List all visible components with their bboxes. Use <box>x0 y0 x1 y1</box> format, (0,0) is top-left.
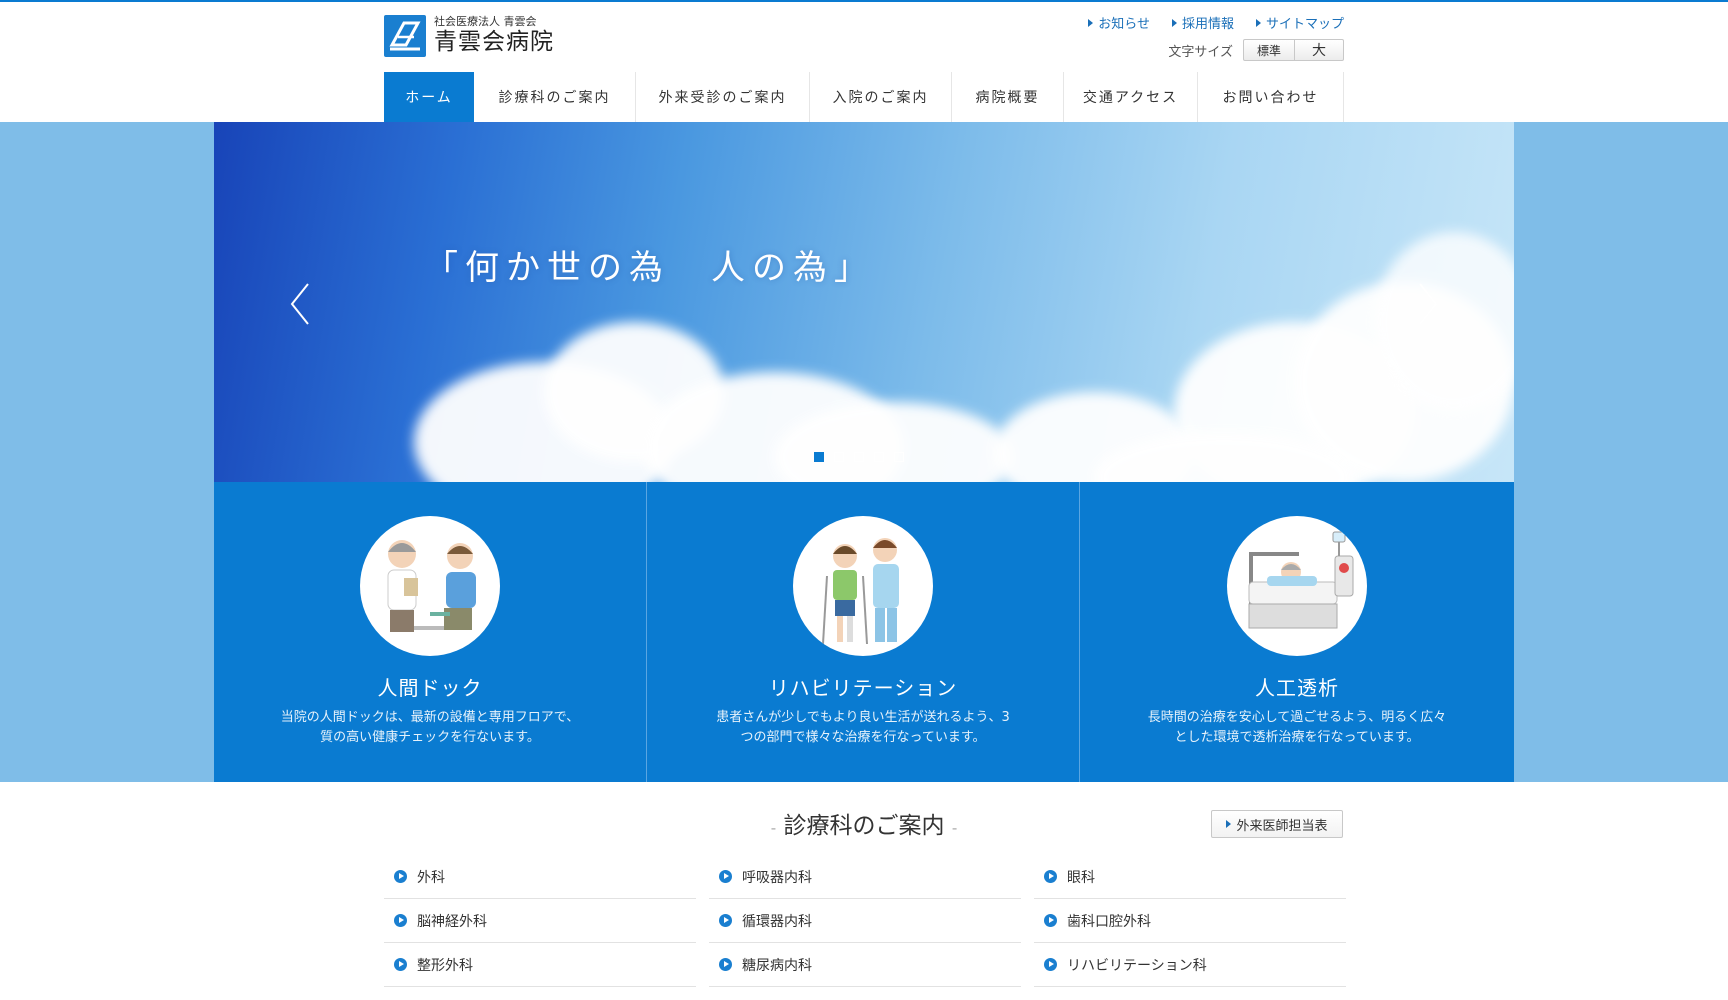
arrow-circle-icon <box>719 914 732 927</box>
link-sitemap[interactable]: サイトマップ <box>1255 13 1344 32</box>
nav-contact[interactable]: お問い合わせ <box>1198 72 1344 122</box>
department-cardiology[interactable]: 循環器内科 <box>709 899 1021 943</box>
feature-health-checkup[interactable]: 人間ドック 当院の人間ドックは、最新の設備と専用フロアで、 質の高い健康チェック… <box>214 482 647 782</box>
feature-panels: 人間ドック 当院の人間ドックは、最新の設備と専用フロアで、 質の高い健康チェック… <box>214 482 1514 782</box>
feature-title: 人間ドック <box>377 676 483 700</box>
triangle-right-icon <box>1226 820 1232 828</box>
heading-dash: - <box>951 818 958 837</box>
global-nav: ホーム 診療科のご案内 外来受診のご案内 入院のご案内 病院概要 交通アクセス … <box>384 72 1344 122</box>
slider-pagination <box>814 452 904 462</box>
font-size-label: 文字サイズ <box>1168 44 1233 60</box>
font-size-switcher: 文字サイズ 標準 大 <box>1168 39 1344 61</box>
feature-title: リハビリテーション <box>768 676 958 700</box>
font-size-standard-button[interactable]: 標準 <box>1243 39 1295 61</box>
triangle-right-icon <box>1088 18 1094 27</box>
nav-departments[interactable]: 診療科のご案内 <box>474 72 636 122</box>
link-recruit[interactable]: 採用情報 <box>1171 13 1234 32</box>
arrow-circle-icon <box>394 914 407 927</box>
link-news[interactable]: お知らせ <box>1088 13 1150 32</box>
feature-dialysis[interactable]: 人工透析 長時間の治療を安心して過ごせるよう、明るく広々 とした環境で透析治療を… <box>1080 482 1514 782</box>
departments-heading: - 診療科のご案内 - <box>770 813 958 839</box>
org-name: 社会医療法人 青雲会 <box>434 15 537 28</box>
site-header: 社会医療法人 青雲会 青雲会病院 お知らせ 採用情報 サイトマップ 文字サイズ … <box>0 2 1728 122</box>
outpatient-schedule-button[interactable]: 外来医師担当表 <box>1211 810 1343 838</box>
department-respiratory[interactable]: 呼吸器内科 <box>709 855 1021 899</box>
department-ophthalmology[interactable]: 眼科 <box>1034 855 1346 899</box>
triangle-right-icon <box>1171 18 1177 27</box>
slider-prev-arrow-icon[interactable] <box>288 282 312 326</box>
logo-mark-icon <box>384 15 426 57</box>
department-oral-surgery[interactable]: 歯科口腔外科 <box>1034 899 1346 943</box>
feature-title: 人工透析 <box>1255 676 1339 700</box>
nav-home[interactable]: ホーム <box>384 72 474 122</box>
hero-section: 「何か世の為 人の為」 人間ドック 当院の人間ドックは、最新の設備と専用フロアで… <box>0 122 1728 782</box>
department-rehabilitation[interactable]: リハビリテーション科 <box>1034 943 1346 987</box>
slider-dot[interactable] <box>834 452 844 462</box>
department-orthopedics[interactable]: 整形外科 <box>384 943 696 987</box>
arrow-circle-icon <box>1044 870 1057 883</box>
arrow-circle-icon <box>1044 958 1057 971</box>
arrow-circle-icon <box>394 958 407 971</box>
slider-dot[interactable] <box>814 452 824 462</box>
arrow-circle-icon <box>719 958 732 971</box>
nav-about[interactable]: 病院概要 <box>952 72 1064 122</box>
nav-access[interactable]: 交通アクセス <box>1064 72 1198 122</box>
hero-slider: 「何か世の為 人の為」 <box>214 122 1514 482</box>
rehabilitation-illustration <box>793 516 933 656</box>
slider-dot[interactable] <box>874 452 884 462</box>
slider-next-arrow-icon[interactable] <box>1416 282 1440 326</box>
feature-description: 当院の人間ドックは、最新の設備と専用フロアで、 質の高い健康チェックを行ないます… <box>280 710 580 745</box>
slider-dot[interactable] <box>854 452 864 462</box>
hospital-logo[interactable]: 社会医療法人 青雲会 青雲会病院 <box>384 15 554 57</box>
heading-dash: - <box>770 818 777 837</box>
feature-description: 長時間の治療を安心して過ごせるよう、明るく広々 とした環境で透析治療を行なってい… <box>1147 710 1447 745</box>
dialysis-illustration <box>1227 516 1367 656</box>
arrow-circle-icon <box>394 870 407 883</box>
department-diabetes[interactable]: 糖尿病内科 <box>709 943 1021 987</box>
nav-outpatient[interactable]: 外来受診のご案内 <box>636 72 810 122</box>
department-surgery[interactable]: 外科 <box>384 855 696 899</box>
nav-inpatient[interactable]: 入院のご案内 <box>810 72 952 122</box>
arrow-circle-icon <box>719 870 732 883</box>
doctor-consultation-illustration <box>360 516 500 656</box>
triangle-right-icon <box>1255 18 1261 27</box>
utility-links: お知らせ 採用情報 サイトマップ <box>1088 13 1344 32</box>
department-list: 外科 呼吸器内科 眼科 脳神経外科 循環器内科 歯科口腔外科 整形外科 糖尿病内… <box>384 855 1346 987</box>
arrow-circle-icon <box>1044 914 1057 927</box>
department-neurosurgery[interactable]: 脳神経外科 <box>384 899 696 943</box>
font-size-large-button[interactable]: 大 <box>1295 39 1344 61</box>
hero-headline: 「何か世の為 人の為」 <box>424 248 875 288</box>
feature-rehabilitation[interactable]: リハビリテーション 患者さんが少しでもより良い生活が送れるよう、3 つの部門で様… <box>647 482 1080 782</box>
hospital-name: 青雲会病院 <box>434 29 554 55</box>
feature-description: 患者さんが少しでもより良い生活が送れるよう、3 つの部門で様々な治療を行なってい… <box>716 710 1010 745</box>
slider-dot[interactable] <box>894 452 904 462</box>
